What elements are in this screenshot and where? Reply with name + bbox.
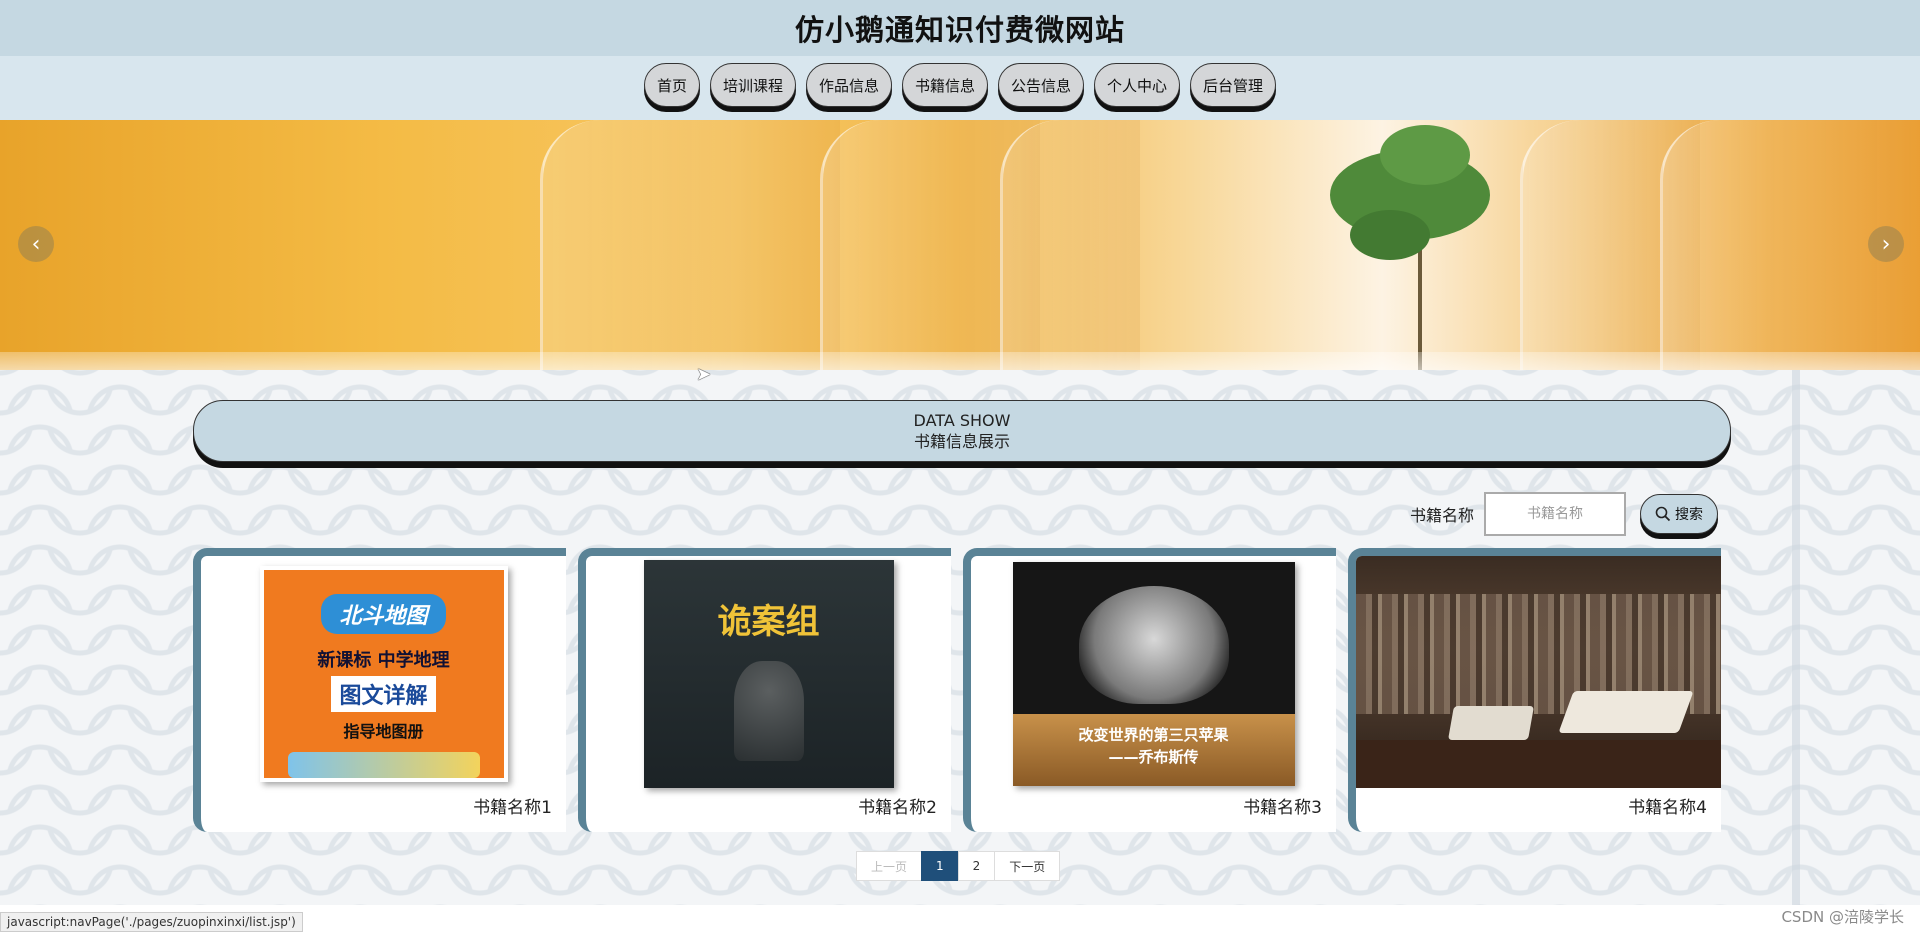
banner-plant-leaves	[1350, 210, 1430, 260]
cover-text: ——乔布斯传	[1108, 748, 1199, 766]
search-icon	[1655, 506, 1671, 522]
search-button[interactable]: 搜索	[1640, 494, 1719, 534]
nav-item-works[interactable]: 作品信息	[805, 63, 892, 107]
banner-plant-leaves	[1380, 125, 1470, 185]
search-button-label: 搜索	[1675, 507, 1704, 523]
cover-portrait	[1078, 586, 1229, 704]
nav-item-admin[interactable]: 后台管理	[1190, 63, 1277, 107]
cover-text: 指导地图册	[343, 722, 424, 741]
cover-text: 图文详解	[331, 676, 436, 712]
book-cover-image: 北斗地图 新课标 中学地理 图文详解 指导地图册	[259, 566, 508, 782]
book-card[interactable]: 改变世界的第三只苹果 ——乔布斯传 书籍名称3	[963, 548, 1336, 832]
banner-panel	[540, 120, 840, 370]
chevron-right-icon: ›	[1881, 231, 1891, 257]
book-list: 北斗地图 新课标 中学地理 图文详解 指导地图册 书籍名称1 诡案组 书籍名称2…	[193, 548, 1721, 832]
book-cover	[1356, 556, 1721, 792]
next-page-button[interactable]: 下一页	[994, 851, 1061, 881]
nav-item-home[interactable]: 首页	[643, 63, 700, 107]
banner-panel	[1000, 120, 1140, 370]
book-cover: 改变世界的第三只苹果 ——乔布斯传	[971, 556, 1336, 792]
cover-text: 新课标 中学地理	[317, 650, 450, 671]
prev-page-button[interactable]: 上一页	[856, 851, 923, 881]
section-header: DATA SHOW 书籍信息展示	[193, 400, 1731, 462]
page-1-button[interactable]: 1	[921, 851, 959, 881]
banner-carousel	[0, 120, 1920, 370]
banner-next-button[interactable]: ›	[1868, 226, 1904, 262]
nav-item-courses[interactable]: 培训课程	[709, 63, 796, 107]
cover-logo-text: 北斗地图	[321, 594, 446, 634]
site-header: 仿小鹅通知识付费微网站	[0, 0, 1920, 56]
book-name: 书籍名称4	[1628, 798, 1707, 818]
desk	[1356, 740, 1721, 788]
banner-floor	[0, 352, 1920, 370]
mouse-pointer-icon: ➤	[696, 364, 712, 385]
watermark: CSDN @涪陵学长	[1781, 908, 1904, 926]
cover-text: 诡案组	[717, 602, 820, 642]
site-title: 仿小鹅通知识付费微网站	[794, 13, 1125, 47]
section-title-zh: 书籍信息展示	[913, 432, 1010, 451]
book-card[interactable]: 诡案组 书籍名称2	[578, 548, 951, 832]
book-name: 书籍名称3	[1243, 798, 1322, 818]
nav-item-books[interactable]: 书籍信息	[901, 63, 988, 107]
nav-item-profile[interactable]: 个人中心	[1094, 63, 1181, 107]
book-cover: 北斗地图 新课标 中学地理 图文详解 指导地图册	[201, 556, 566, 792]
library-photo	[1356, 556, 1721, 788]
pagination: 上一页 1 2 下一页	[856, 851, 1061, 881]
book-name: 书籍名称2	[858, 798, 937, 818]
nav-item-announcements[interactable]: 公告信息	[998, 63, 1085, 107]
book-cover-image: 改变世界的第三只苹果 ——乔布斯传	[1012, 562, 1295, 786]
book-cover: 诡案组	[586, 556, 951, 792]
book-card[interactable]: 北斗地图 新课标 中学地理 图文详解 指导地图册 书籍名称1	[193, 548, 566, 832]
open-book	[1448, 706, 1534, 740]
banner-prev-button[interactable]: ‹	[18, 226, 54, 262]
browser-status-bar: javascript:navPage('./pages/zuopinxinxi/…	[0, 912, 303, 932]
open-book	[1558, 691, 1694, 733]
section-title-en: DATA SHOW	[913, 411, 1011, 430]
cover-illustration	[287, 752, 480, 778]
chevron-left-icon: ‹	[31, 231, 41, 257]
search-input[interactable]	[1484, 492, 1627, 536]
book-cover-image: 诡案组	[643, 560, 894, 788]
book-card[interactable]: 书籍名称4	[1348, 548, 1721, 832]
search-label: 书籍名称	[1410, 506, 1475, 525]
cover-title-band: 改变世界的第三只苹果 ——乔布斯传	[1012, 714, 1295, 786]
cover-illustration	[733, 661, 804, 761]
search-bar: 书籍名称 搜索	[1410, 492, 1719, 536]
book-name: 书籍名称1	[473, 798, 552, 818]
page-2-button[interactable]: 2	[957, 851, 996, 881]
cover-text: 改变世界的第三只苹果	[1078, 726, 1229, 744]
main-nav: 首页 培训课程 作品信息 书籍信息 公告信息 个人中心 后台管理	[0, 56, 1920, 120]
